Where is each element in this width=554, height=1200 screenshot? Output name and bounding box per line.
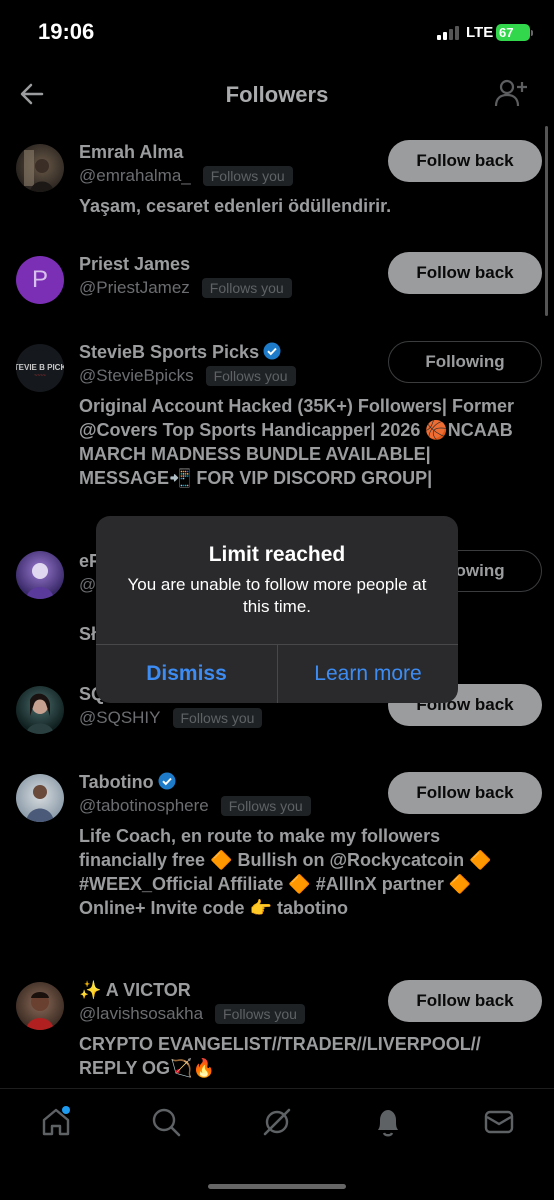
follower-handle: @emrahalma_ Follows you [79, 166, 293, 186]
signal-icon [437, 26, 459, 40]
follows-you-badge: Follows you [220, 796, 311, 816]
home-icon[interactable] [40, 1106, 72, 1138]
notifications-icon[interactable] [372, 1106, 404, 1138]
name-text: Tabotino [79, 772, 154, 792]
verified-icon [263, 342, 281, 360]
battery-tip [531, 30, 533, 36]
follows-you-badge: Follows you [215, 1004, 305, 1024]
following-button[interactable]: Following [388, 341, 542, 383]
avatar[interactable]: STEVIE B PICKS~~~~ [16, 344, 64, 392]
follower-handle: @SQSHIY Follows you [79, 708, 263, 728]
handle-text: @lavishsosakha [79, 1004, 204, 1023]
home-indicator [208, 1184, 346, 1189]
follower-handle: @PriestJamez Follows you [79, 278, 292, 298]
dismiss-button[interactable]: Dismiss [96, 645, 277, 703]
follower-name[interactable]: StevieB Sports Picks [79, 342, 281, 363]
follower-bio: Yaşam, cesaret edenleri ödüllendirir. [79, 196, 392, 216]
follower-name[interactable]: Emrah Alma [79, 142, 183, 163]
svg-text:~~~~: ~~~~ [34, 373, 46, 379]
follow-back-button[interactable]: Follow back [388, 252, 542, 294]
follower-bio: Original Account Hacked (35K+) Followers… [79, 396, 514, 488]
avatar[interactable]: P [16, 256, 64, 304]
avatar[interactable] [16, 686, 64, 734]
avatar[interactable] [16, 982, 64, 1030]
name-text: StevieB Sports Picks [79, 342, 260, 362]
follower-name[interactable]: ✨ A VICTOR [79, 980, 191, 1001]
follows-you-badge: Follows you [205, 366, 296, 386]
status-time: 19:06 [38, 19, 95, 44]
grok-icon[interactable] [261, 1106, 293, 1138]
follows-you-badge: Follows you [172, 708, 263, 728]
messages-icon[interactable] [483, 1106, 515, 1138]
dialog-message: You are unable to follow more people at … [127, 575, 427, 616]
follower-handle: @ [79, 575, 96, 595]
search-icon[interactable] [150, 1106, 182, 1138]
follow-back-button[interactable]: Follow back [388, 772, 542, 814]
follows-you-badge: Follows you [202, 166, 293, 186]
follower-name[interactable]: Tabotino [79, 772, 176, 793]
handle-text: @emrahalma_ [79, 166, 191, 185]
handle-text: @StevieBpicks [79, 366, 194, 385]
limit-reached-dialog: Limit reached You are unable to follow m… [96, 516, 458, 703]
follower-row[interactable]: ✨ A VICTOR @lavishsosakha Follows you CRY… [0, 980, 554, 1080]
status-bar: 19:06 LTE 67 [0, 0, 554, 64]
follow-back-button[interactable]: Follow back [388, 980, 542, 1022]
add-user-icon[interactable] [494, 78, 528, 108]
follower-bio: CRYPTO EVANGELIST//TRADER//LIVERPOOL// R… [79, 1034, 481, 1078]
handle-text: @tabotinosphere [79, 796, 209, 815]
follower-row[interactable]: P Priest James @PriestJamez Follows you F… [0, 252, 554, 314]
avatar[interactable] [16, 144, 64, 192]
learn-more-button[interactable]: Learn more [278, 645, 458, 703]
avatar[interactable] [16, 774, 64, 822]
handle-text: @PriestJamez [79, 278, 190, 297]
follower-row[interactable]: Tabotino @tabotinosphere Follows you Life… [0, 772, 554, 952]
dialog-title: Limit reached [208, 543, 346, 566]
follower-handle: @StevieBpicks Follows you [79, 366, 296, 386]
follower-handle: @tabotinosphere Follows you [79, 796, 311, 816]
follows-you-badge: Follows you [201, 278, 292, 298]
follower-row[interactable]: STEVIE B PICKS~~~~ StevieB Sports Picks … [0, 341, 554, 512]
avatar[interactable] [16, 551, 64, 599]
page-title: Followers [225, 82, 329, 107]
follower-bio: Life Coach, en route to make my follower… [79, 826, 492, 918]
page-header: Followers [0, 64, 554, 124]
follow-back-button[interactable]: Follow back [388, 140, 542, 182]
network-label: LTE [466, 24, 494, 41]
handle-text: @SQSHIY [79, 708, 161, 727]
battery-level: 67 [499, 25, 514, 40]
follower-row[interactable]: Emrah Alma @emrahalma_ Follows you Yaşam,… [0, 140, 554, 222]
handle-text: @ [79, 575, 97, 594]
svg-text:STEVIE B PICKS: STEVIE B PICKS [16, 363, 64, 372]
battery-icon: 67 [496, 24, 530, 41]
follower-handle: @lavishsosakha Follows you [79, 1004, 305, 1024]
follower-name[interactable]: Priest James [79, 254, 190, 275]
verified-icon [158, 772, 176, 790]
